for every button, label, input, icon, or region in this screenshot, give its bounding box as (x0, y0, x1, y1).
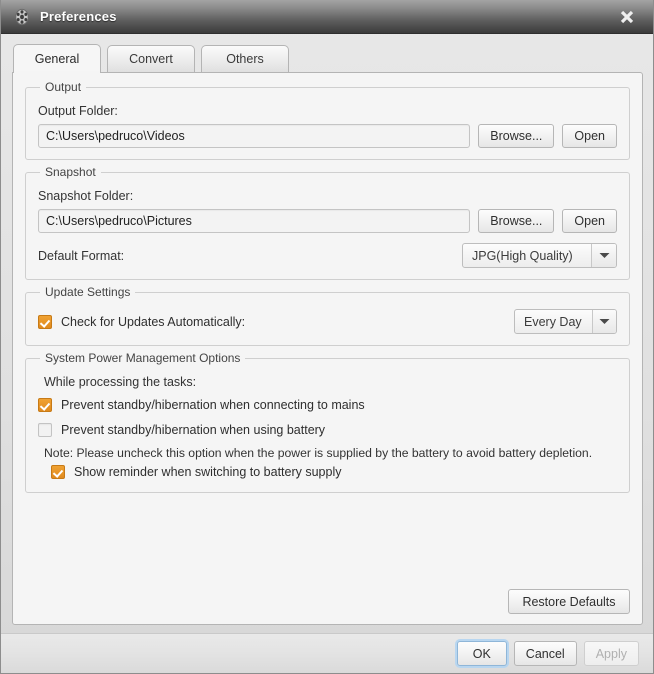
title-bar: Preferences (1, 0, 653, 34)
check-updates-checkbox[interactable] (38, 314, 52, 329)
apply-button: Apply (583, 641, 639, 666)
power-management-legend: System Power Management Options (40, 351, 246, 365)
restore-defaults-wrap: Restore Defaults (508, 589, 630, 614)
power-intro-label: While processing the tasks: (44, 375, 197, 389)
update-settings-group: Update Settings Check for Updates Automa… (25, 285, 630, 346)
output-folder-label: Output Folder: (38, 104, 118, 118)
close-icon (617, 7, 637, 27)
snapshot-browse-button[interactable]: Browse... (478, 209, 555, 233)
snapshot-format-select[interactable]: JPG(High Quality) (462, 243, 617, 268)
update-interval-select[interactable]: Every Day (514, 309, 617, 334)
prevent-standby-battery-checkbox[interactable] (38, 423, 52, 437)
prevent-standby-mains-row[interactable]: Prevent standby/hibernation when connect… (38, 398, 617, 412)
output-group-legend: Output (40, 80, 87, 94)
chevron-down-icon (591, 244, 616, 267)
power-note: Note: Please uncheck this option when th… (44, 446, 593, 460)
dialog-footer: OK Cancel Apply (1, 633, 653, 673)
output-folder-input[interactable]: C:\Users\pedruco\Videos (38, 124, 471, 148)
tab-convert[interactable]: Convert (107, 45, 195, 72)
update-settings-legend: Update Settings (40, 285, 136, 299)
film-reel-icon (13, 8, 31, 26)
output-folder-row: C:\Users\pedruco\Videos Browse... Open (38, 124, 617, 148)
restore-defaults-button[interactable]: Restore Defaults (508, 589, 630, 614)
output-group: Output Output Folder: C:\Users\pedruco\V… (25, 80, 630, 160)
snapshot-folder-row: C:\Users\pedruco\Pictures Browse... Open (38, 209, 617, 233)
prevent-standby-mains-label: Prevent standby/hibernation when connect… (61, 398, 365, 412)
update-interval-value: Every Day (524, 314, 582, 329)
preferences-dialog: Preferences General Convert Others Outpu… (0, 0, 654, 674)
ok-button[interactable]: OK (456, 641, 507, 666)
snapshot-open-button[interactable]: Open (562, 209, 617, 233)
prevent-standby-mains-checkbox[interactable] (38, 398, 52, 412)
prevent-standby-battery-label: Prevent standby/hibernation when using b… (61, 423, 326, 437)
tab-convert-label: Convert (129, 52, 173, 66)
prevent-standby-battery-row[interactable]: Prevent standby/hibernation when using b… (38, 423, 617, 437)
snapshot-format-label: Default Format: (38, 248, 125, 263)
tab-general[interactable]: General (13, 44, 101, 73)
check-updates-checkbox-row[interactable]: Check for Updates Automatically: (38, 314, 514, 329)
update-check-row: Check for Updates Automatically: Every D… (38, 309, 617, 334)
power-management-group: System Power Management Options While pr… (25, 351, 630, 493)
tab-others[interactable]: Others (201, 45, 289, 72)
snapshot-format-row: Default Format: JPG(High Quality) (38, 243, 617, 268)
tab-others-label: Others (226, 52, 264, 66)
cancel-button[interactable]: Cancel (513, 641, 577, 666)
snapshot-format-value: JPG(High Quality) (472, 248, 573, 263)
snapshot-group-legend: Snapshot (40, 165, 101, 179)
window-title: Preferences (40, 9, 117, 24)
general-tab-panel: Output Output Folder: C:\Users\pedruco\V… (12, 72, 643, 625)
check-updates-label: Check for Updates Automatically: (61, 314, 246, 329)
snapshot-folder-input[interactable]: C:\Users\pedruco\Pictures (38, 209, 471, 233)
output-browse-button[interactable]: Browse... (478, 124, 555, 148)
show-reminder-checkbox[interactable] (51, 465, 65, 479)
output-open-button[interactable]: Open (562, 124, 617, 148)
tab-bar: General Convert Others (1, 44, 653, 73)
chevron-down-icon (591, 310, 616, 333)
snapshot-folder-label: Snapshot Folder: (38, 189, 134, 203)
show-reminder-label: Show reminder when switching to battery … (74, 465, 342, 479)
tab-general-label: General (34, 51, 80, 66)
close-button[interactable] (601, 0, 653, 33)
show-reminder-row[interactable]: Show reminder when switching to battery … (51, 465, 617, 479)
snapshot-group: Snapshot Snapshot Folder: C:\Users\pedru… (25, 165, 630, 280)
